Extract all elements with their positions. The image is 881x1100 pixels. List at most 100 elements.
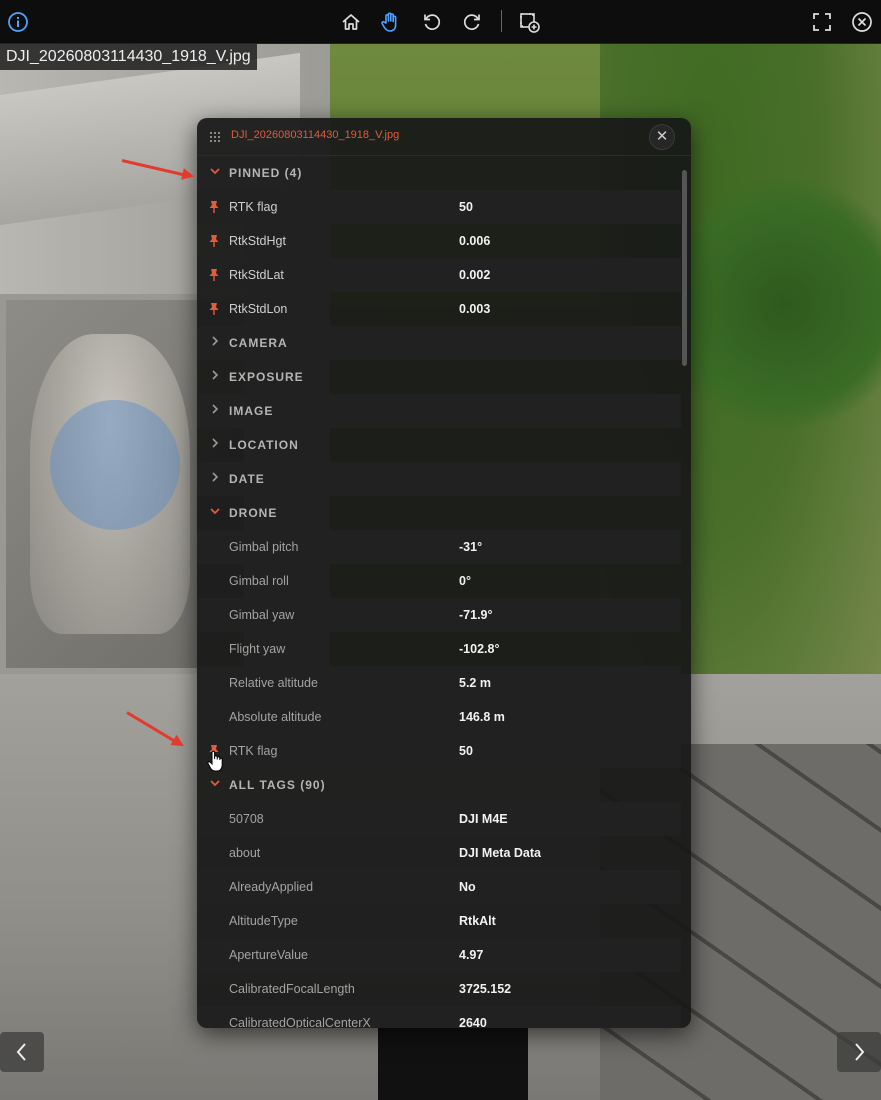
tag-key: Absolute altitude — [229, 710, 322, 724]
pin-icon[interactable] — [209, 268, 219, 282]
tag-value: 0° — [459, 574, 471, 588]
tag-key: 50708 — [229, 812, 264, 826]
previous-image-button[interactable] — [0, 1032, 44, 1072]
rotate-left-icon[interactable] — [418, 8, 446, 36]
section-label: LOCATION — [229, 438, 299, 452]
section-label: DATE — [229, 472, 265, 486]
pin-icon[interactable] — [209, 302, 219, 316]
fullscreen-icon[interactable] — [808, 8, 836, 36]
tag-key: AlreadyApplied — [229, 880, 314, 894]
next-image-button[interactable] — [837, 1032, 881, 1072]
tag-row: Gimbal roll 0° — [197, 564, 681, 598]
chevron-right-icon — [210, 336, 220, 348]
metadata-panel: DJI_20260803114430_1918_V.jpg ✕ PINNED (… — [197, 118, 691, 1028]
chevron-left-icon — [16, 1043, 26, 1061]
pin-icon[interactable] — [209, 200, 219, 214]
tag-row: Absolute altitude 146.8 m — [197, 700, 681, 734]
tag-value: 4.97 — [459, 948, 484, 962]
image-filename: DJI_20260803114430_1918_V.jpg — [0, 44, 257, 70]
section-exposure[interactable]: EXPOSURE — [197, 360, 681, 394]
section-drone[interactable]: DRONE — [197, 496, 681, 530]
pinned-row: RtkStdLat 0.002 — [197, 258, 681, 292]
section-date[interactable]: DATE — [197, 462, 681, 496]
tag-key: RtkStdLat — [229, 268, 284, 282]
section-all-tags[interactable]: ALL TAGS (90) — [197, 768, 681, 802]
tag-value: 5.2 m — [459, 676, 491, 690]
pinned-row: RtkStdLon 0.003 — [197, 292, 681, 326]
tag-key: about — [229, 846, 261, 860]
tag-key: RtkStdHgt — [229, 234, 286, 248]
chevron-right-icon — [210, 404, 220, 416]
add-frame-icon[interactable] — [515, 8, 543, 36]
panel-body[interactable]: PINNED (4) RTK flag 50 RtkStdHgt 0.006 R… — [197, 156, 681, 1028]
section-label: DRONE — [229, 506, 278, 520]
drag-handle-icon[interactable] — [210, 132, 222, 142]
close-icon[interactable] — [848, 8, 876, 36]
panel-scrollbar[interactable] — [682, 170, 687, 366]
tag-row: RTK flag 50 — [197, 734, 681, 768]
photo-bush — [690, 164, 881, 444]
tag-key: ApertureValue — [229, 948, 308, 962]
tag-value: -102.8° — [459, 642, 500, 656]
tag-value: 0.002 — [459, 268, 491, 282]
section-label: ALL TAGS (90) — [229, 778, 326, 792]
info-icon[interactable] — [4, 8, 32, 36]
tag-value: 50 — [459, 744, 473, 758]
tag-row: CalibratedFocalLength 3725.152 — [197, 972, 681, 1006]
section-label: EXPOSURE — [229, 370, 304, 384]
tag-value: 50 — [459, 200, 473, 214]
chevron-right-icon — [855, 1043, 865, 1061]
tag-value: -31° — [459, 540, 483, 554]
hand-pan-icon[interactable] — [377, 8, 405, 36]
tag-key: Flight yaw — [229, 642, 286, 656]
pin-icon[interactable] — [209, 234, 219, 248]
chevron-down-icon — [210, 166, 220, 178]
tag-key: Gimbal yaw — [229, 608, 295, 622]
rotate-right-icon[interactable] — [458, 8, 486, 36]
chevron-down-icon — [210, 778, 220, 790]
section-camera[interactable]: CAMERA — [197, 326, 681, 360]
section-pinned[interactable]: PINNED (4) — [197, 156, 681, 190]
tag-key: RTK flag — [229, 200, 278, 214]
tag-row: Gimbal yaw -71.9° — [197, 598, 681, 632]
tag-row: Gimbal pitch -31° — [197, 530, 681, 564]
tag-row: AlreadyApplied No — [197, 870, 681, 904]
tag-key: Gimbal roll — [229, 574, 289, 588]
top-toolbar — [0, 0, 881, 44]
tag-row: CalibratedOpticalCenterX 2640 — [197, 1006, 681, 1028]
section-label: PINNED (4) — [229, 166, 303, 180]
tag-value: 3725.152 — [459, 982, 512, 996]
tag-value: 2640 — [459, 1016, 487, 1028]
section-label: IMAGE — [229, 404, 274, 418]
chevron-right-icon — [210, 438, 220, 450]
section-location[interactable]: LOCATION — [197, 428, 681, 462]
tag-value: 146.8 m — [459, 710, 505, 724]
tag-row: Flight yaw -102.8° — [197, 632, 681, 666]
home-icon[interactable] — [337, 8, 365, 36]
tag-row: AltitudeType RtkAlt — [197, 904, 681, 938]
photo-highlight-circle — [50, 400, 180, 530]
chevron-down-icon — [210, 506, 220, 518]
hand-cursor-icon — [207, 750, 223, 772]
panel-close-button[interactable]: ✕ — [649, 124, 675, 150]
tag-value: 0.006 — [459, 234, 491, 248]
section-image[interactable]: IMAGE — [197, 394, 681, 428]
section-label: CAMERA — [229, 336, 288, 350]
tag-value: 0.003 — [459, 302, 491, 316]
tag-value: No — [459, 880, 476, 894]
tag-key: CalibratedOpticalCenterX — [229, 1016, 371, 1028]
tag-key: RTK flag — [229, 744, 278, 758]
tag-value: DJI M4E — [459, 812, 508, 826]
tag-row: 50708 DJI M4E — [197, 802, 681, 836]
tag-row: about DJI Meta Data — [197, 836, 681, 870]
chevron-right-icon — [210, 370, 220, 382]
tag-row: ApertureValue 4.97 — [197, 938, 681, 972]
photo-shadow — [378, 1024, 528, 1100]
panel-header[interactable]: DJI_20260803114430_1918_V.jpg ✕ — [197, 118, 691, 156]
tag-key: AltitudeType — [229, 914, 298, 928]
chevron-right-icon — [210, 472, 220, 484]
tag-value: -71.9° — [459, 608, 493, 622]
tag-row: Relative altitude 5.2 m — [197, 666, 681, 700]
tag-key: RtkStdLon — [229, 302, 288, 316]
tag-key: CalibratedFocalLength — [229, 982, 355, 996]
